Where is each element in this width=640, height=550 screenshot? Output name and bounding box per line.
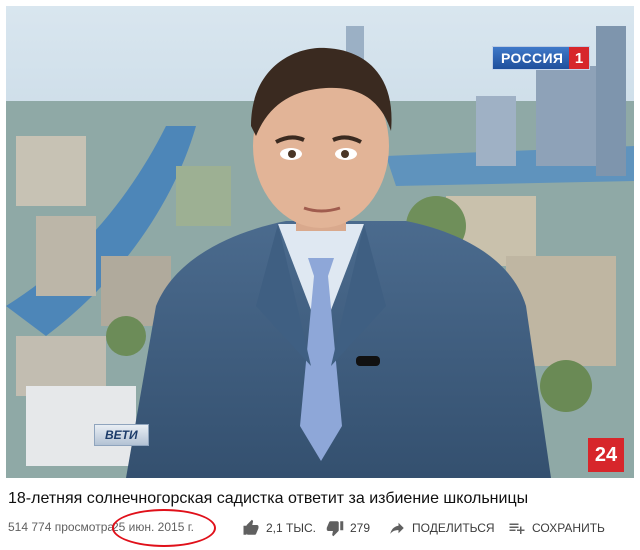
save-label: СОХРАНИТЬ	[532, 521, 605, 535]
dislike-button[interactable]: 279	[326, 516, 370, 540]
lower-logo: ВЕТИ	[94, 424, 149, 446]
share-label: ПОДЕЛИТЬСЯ	[412, 521, 495, 535]
channel-logo: РОССИЯ 1	[492, 46, 591, 70]
view-count: 514 774 просмотра	[8, 520, 115, 534]
thumb-down-icon	[326, 521, 344, 537]
like-count: 2,1 ТЫС.	[266, 521, 316, 535]
video-meta-row: 514 774 просмотра 25 июн. 2015 г. 2,1 ТЫ…	[8, 509, 634, 547]
save-button[interactable]: СОХРАНИТЬ	[508, 516, 605, 540]
corner-badge: 24	[588, 438, 624, 472]
dislike-count: 279	[350, 521, 371, 535]
upload-date: 25 июн. 2015 г.	[112, 520, 194, 534]
video-frame	[6, 6, 634, 478]
channel-logo-number: 1	[569, 47, 590, 69]
video-title: 18-летняя солнечногорская садистка ответ…	[8, 490, 529, 507]
save-playlist-icon	[509, 523, 525, 534]
like-button[interactable]: 2,1 ТЫС.	[242, 516, 316, 540]
channel-logo-text: РОССИЯ	[501, 50, 564, 66]
video-player[interactable]: РОССИЯ 1 ВЕТИ 24	[6, 6, 634, 478]
thumb-up-icon	[243, 519, 259, 535]
share-button[interactable]: ПОДЕЛИТЬСЯ	[388, 516, 495, 540]
share-icon	[390, 522, 404, 534]
